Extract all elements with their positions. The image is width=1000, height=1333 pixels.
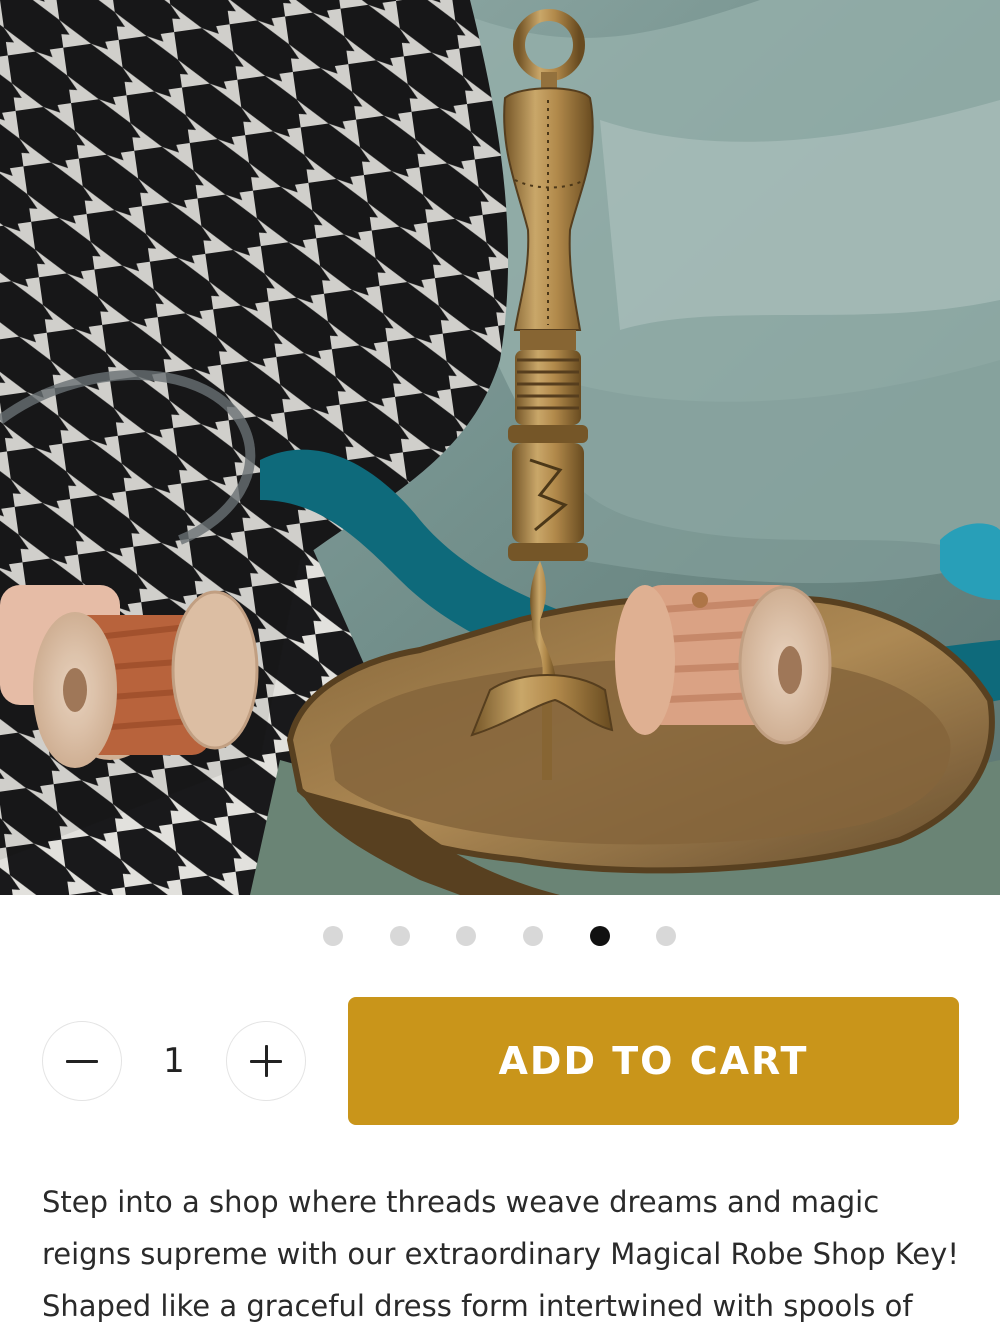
quantity-increase-button[interactable]	[226, 1021, 306, 1101]
carousel-dot-2[interactable]	[390, 926, 410, 946]
carousel-dot-5[interactable]	[590, 926, 610, 946]
plus-icon-vertical	[264, 1045, 268, 1077]
product-image[interactable]	[0, 0, 1000, 895]
product-page: 1 ADD TO CART Step into a shop where thr…	[0, 0, 1000, 1333]
carousel-dot-1[interactable]	[323, 926, 343, 946]
add-to-cart-button[interactable]: ADD TO CART	[348, 997, 959, 1125]
product-description: Step into a shop where threads weave dre…	[42, 1185, 959, 1323]
minus-icon	[66, 1059, 98, 1063]
carousel-dot-6[interactable]	[656, 926, 676, 946]
quantity-input[interactable]: 1	[134, 1036, 214, 1086]
quantity-decrease-button[interactable]	[42, 1021, 122, 1101]
carousel-dot-3[interactable]	[456, 926, 476, 946]
carousel-dot-4[interactable]	[523, 926, 543, 946]
carousel-dots	[0, 924, 1000, 948]
